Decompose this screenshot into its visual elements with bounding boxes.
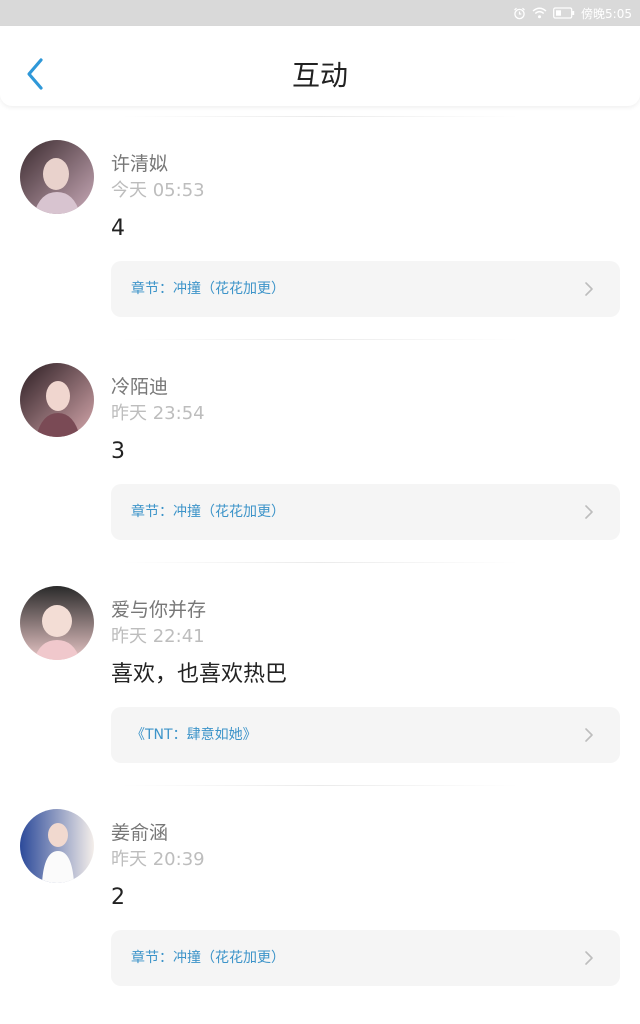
- divider: [120, 562, 520, 563]
- timestamp: 昨天 23:54: [111, 403, 205, 424]
- status-time: 傍晚5:05: [581, 6, 632, 21]
- list-item: 许清姒 今天 05:53 4 章节：冲撞（花花加更）: [0, 116, 640, 339]
- chevron-right-icon: [585, 282, 593, 296]
- list-item: 姜俞涵 昨天 20:39 2 章节：冲撞（花花加更）: [0, 785, 640, 1008]
- chevron-right-icon: [585, 951, 593, 965]
- comment-text: 喜欢，也喜欢热巴: [111, 662, 288, 687]
- page-title: 互动: [291, 59, 348, 92]
- alarm-icon: [513, 7, 526, 20]
- divider: [120, 785, 520, 786]
- comment-text: 4: [111, 216, 125, 241]
- chapter-link[interactable]: 章节：冲撞（花花加更）: [111, 930, 620, 986]
- divider: [120, 339, 520, 340]
- divider: [120, 116, 520, 117]
- chevron-right-icon: [585, 728, 593, 742]
- timestamp: 昨天 22:41: [111, 626, 205, 647]
- avatar[interactable]: [20, 809, 94, 883]
- interaction-list: 许清姒 今天 05:53 4 章节：冲撞（花花加更） 冷陌迪 昨天 23:54 …: [0, 116, 640, 1008]
- timestamp: 昨天 20:39: [111, 849, 205, 870]
- avatar[interactable]: [20, 140, 94, 214]
- user-name[interactable]: 许清姒: [111, 152, 168, 176]
- avatar[interactable]: [20, 586, 94, 660]
- battery-icon: [553, 7, 575, 19]
- list-item: 爱与你并存 昨天 22:41 喜欢，也喜欢热巴 《TNT：肆意如她》: [0, 562, 640, 785]
- list-item: 冷陌迪 昨天 23:54 3 章节：冲撞（花花加更）: [0, 339, 640, 562]
- chapter-link[interactable]: 章节：冲撞（花花加更）: [111, 484, 620, 540]
- wifi-icon: [532, 7, 547, 19]
- user-name[interactable]: 冷陌迪: [111, 375, 168, 399]
- user-name[interactable]: 爱与你并存: [111, 598, 206, 622]
- app-header: 互动: [0, 26, 640, 106]
- chapter-link-label: 章节：冲撞（花花加更）: [131, 504, 285, 520]
- chapter-link[interactable]: 章节：冲撞（花花加更）: [111, 261, 620, 317]
- chevron-right-icon: [585, 505, 593, 519]
- user-name[interactable]: 姜俞涵: [111, 821, 168, 845]
- status-icons: 傍晚5:05: [513, 4, 632, 22]
- status-bar: 傍晚5:05: [0, 0, 640, 26]
- book-link-label: 《TNT：肆意如她》: [131, 727, 257, 743]
- avatar[interactable]: [20, 363, 94, 437]
- chapter-link-label: 章节：冲撞（花花加更）: [131, 950, 285, 966]
- chapter-link-label: 章节：冲撞（花花加更）: [131, 281, 285, 297]
- timestamp: 今天 05:53: [111, 180, 205, 201]
- comment-text: 2: [111, 885, 125, 910]
- book-link[interactable]: 《TNT：肆意如她》: [111, 707, 620, 763]
- comment-text: 3: [111, 439, 125, 464]
